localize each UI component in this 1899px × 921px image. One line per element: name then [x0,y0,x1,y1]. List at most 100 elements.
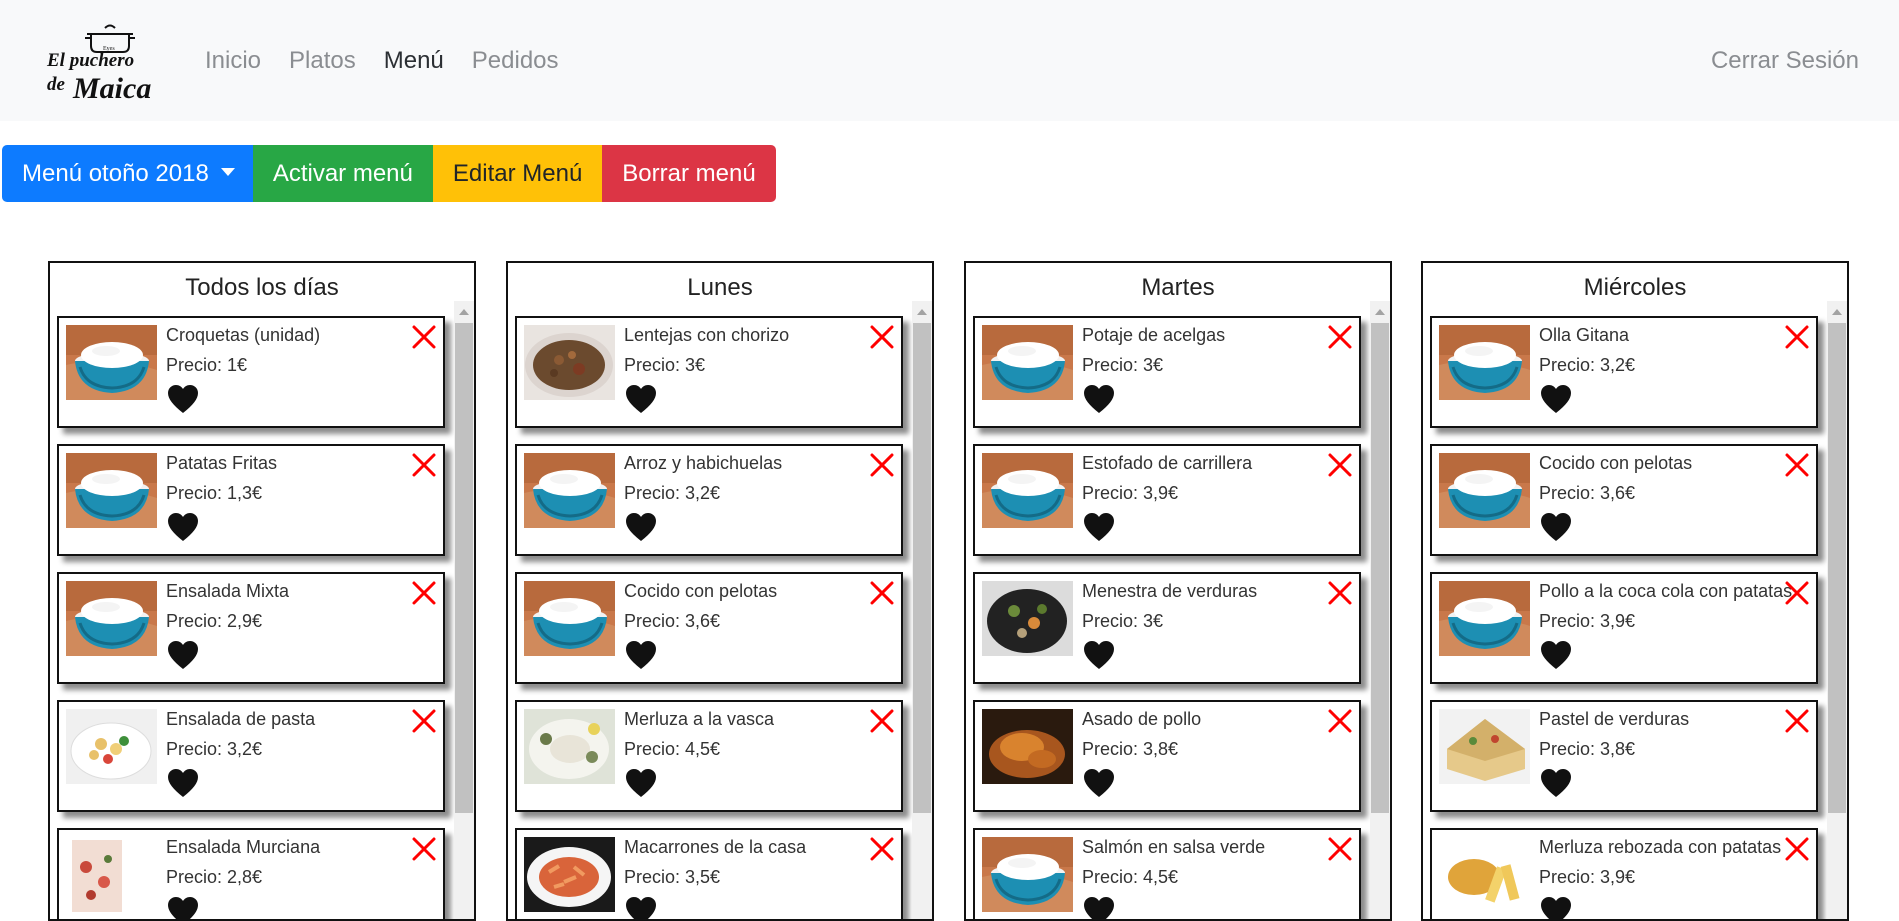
dish-image [524,581,615,656]
dish-image [1439,709,1530,784]
close-icon[interactable] [1783,707,1811,735]
dish-card[interactable]: Ensalada de pasta Precio: 3,2€ [57,700,445,812]
heart-icon[interactable] [625,512,657,542]
close-icon[interactable] [868,579,896,607]
dish-card[interactable]: Merluza a la vasca Precio: 4,5€ [515,700,903,812]
close-icon[interactable] [1783,835,1811,863]
scrollbar-thumb[interactable] [1828,323,1846,813]
heart-icon[interactable] [167,896,199,919]
menu-select-dropdown[interactable]: Menú otoño 2018 [2,145,253,202]
close-icon[interactable] [410,323,438,351]
dish-card[interactable]: Olla Gitana Precio: 3,2€ [1430,316,1818,428]
dish-name: Menestra de verduras [1082,581,1258,601]
dish-image [982,581,1073,656]
close-icon[interactable] [1326,451,1354,479]
dish-name: Ensalada de pasta [166,709,316,729]
dish-image [1439,581,1530,656]
dish-card[interactable]: Salmón en salsa verde Precio: 4,5€ [973,828,1361,919]
dish-name: Merluza a la vasca [624,709,775,729]
heart-icon[interactable] [1083,768,1115,798]
scrollbar-thumb[interactable] [913,323,931,813]
dish-price: Precio: 3,9€ [1539,867,1636,887]
dish-name: Lentejas con chorizo [624,325,790,345]
heart-icon[interactable] [167,384,199,414]
heart-icon[interactable] [1083,640,1115,670]
close-icon[interactable] [868,835,896,863]
dish-price: Precio: 3,9€ [1082,483,1179,503]
heart-icon[interactable] [1083,384,1115,414]
edit-menu-button[interactable]: Editar Menú [432,145,603,202]
logout-link[interactable]: Cerrar Sesión [1711,45,1859,77]
heart-icon[interactable] [1540,512,1572,542]
dish-image [66,325,157,400]
scroll-up-arrow-icon[interactable] [459,309,469,315]
dish-image [524,325,615,400]
dish-card[interactable]: Lentejas con chorizo Precio: 3€ [515,316,903,428]
close-icon[interactable] [1326,323,1354,351]
dish-card[interactable]: Menestra de verduras Precio: 3€ [973,572,1361,684]
dish-card[interactable]: Pastel de verduras Precio: 3,8€ [1430,700,1818,812]
nav-item-menu[interactable]: Menú [384,45,444,77]
heart-icon[interactable] [167,512,199,542]
close-icon[interactable] [1783,323,1811,351]
dish-card[interactable]: Ensalada Mixta Precio: 2,9€ [57,572,445,684]
dish-name: Ensalada Mixta [166,581,290,601]
dish-card[interactable]: Potaje de acelgas Precio: 3€ [973,316,1361,428]
heart-icon[interactable] [167,768,199,798]
dish-name: Cocido con pelotas [1539,453,1693,473]
dish-card[interactable]: Cocido con pelotas Precio: 3,6€ [1430,444,1818,556]
close-icon[interactable] [1326,707,1354,735]
column-scrollbar[interactable] [454,301,474,919]
close-icon[interactable] [410,707,438,735]
heart-icon[interactable] [1540,384,1572,414]
dish-card[interactable]: Macarrones de la casa Precio: 3,5€ [515,828,903,919]
dish-card[interactable]: Ensalada Murciana Precio: 2,8€ [57,828,445,919]
scroll-up-arrow-icon[interactable] [917,309,927,315]
dish-card[interactable]: Croquetas (unidad) Precio: 1€ [57,316,445,428]
svg-text:Maica: Maica [72,72,151,102]
delete-menu-button[interactable]: Borrar menú [602,145,776,202]
dish-card[interactable]: Merluza rebozada con patatas Precio: 3,9€ [1430,828,1818,919]
dish-price: Precio: 3€ [1082,611,1164,631]
column-scrollbar[interactable] [1827,301,1847,919]
scroll-up-arrow-icon[interactable] [1832,309,1842,315]
scroll-up-arrow-icon[interactable] [1375,309,1385,315]
nav-item-pedidos[interactable]: Pedidos [472,45,559,77]
heart-icon[interactable] [1540,896,1572,919]
close-icon[interactable] [868,451,896,479]
heart-icon[interactable] [167,640,199,670]
dish-card[interactable]: Cocido con pelotas Precio: 3,6€ [515,572,903,684]
dish-card[interactable]: Arroz y habichuelas Precio: 3,2€ [515,444,903,556]
dish-card[interactable]: Patatas Fritas Precio: 1,3€ [57,444,445,556]
heart-icon[interactable] [625,640,657,670]
close-icon[interactable] [410,579,438,607]
column-scrollbar[interactable] [1370,301,1390,919]
heart-icon[interactable] [1083,512,1115,542]
nav-item-inicio[interactable]: Inicio [205,45,261,77]
dish-name: Arroz y habichuelas [624,453,783,473]
dish-card[interactable]: Pollo a la coca cola con patatas Precio: … [1430,572,1818,684]
heart-icon[interactable] [625,768,657,798]
close-icon[interactable] [868,707,896,735]
dish-card[interactable]: Estofado de carrillera Precio: 3,9€ [973,444,1361,556]
close-icon[interactable] [410,451,438,479]
nav-item-platos[interactable]: Platos [289,45,356,77]
heart-icon[interactable] [625,896,657,919]
scrollbar-thumb[interactable] [1371,323,1389,813]
close-icon[interactable] [1783,579,1811,607]
dish-price: Precio: 2,8€ [166,867,263,887]
close-icon[interactable] [1783,451,1811,479]
close-icon[interactable] [1326,579,1354,607]
heart-icon[interactable] [625,384,657,414]
heart-icon[interactable] [1083,896,1115,919]
close-icon[interactable] [410,835,438,863]
column-scrollbar[interactable] [912,301,932,919]
heart-icon[interactable] [1540,768,1572,798]
heart-icon[interactable] [1540,640,1572,670]
close-icon[interactable] [868,323,896,351]
close-icon[interactable] [1326,835,1354,863]
brand-logo[interactable]: Eyes El puchero de Maica [45,18,175,102]
dish-card[interactable]: Asado de pollo Precio: 3,8€ [973,700,1361,812]
scrollbar-thumb[interactable] [455,323,473,813]
activate-menu-button[interactable]: Activar menú [252,145,433,202]
